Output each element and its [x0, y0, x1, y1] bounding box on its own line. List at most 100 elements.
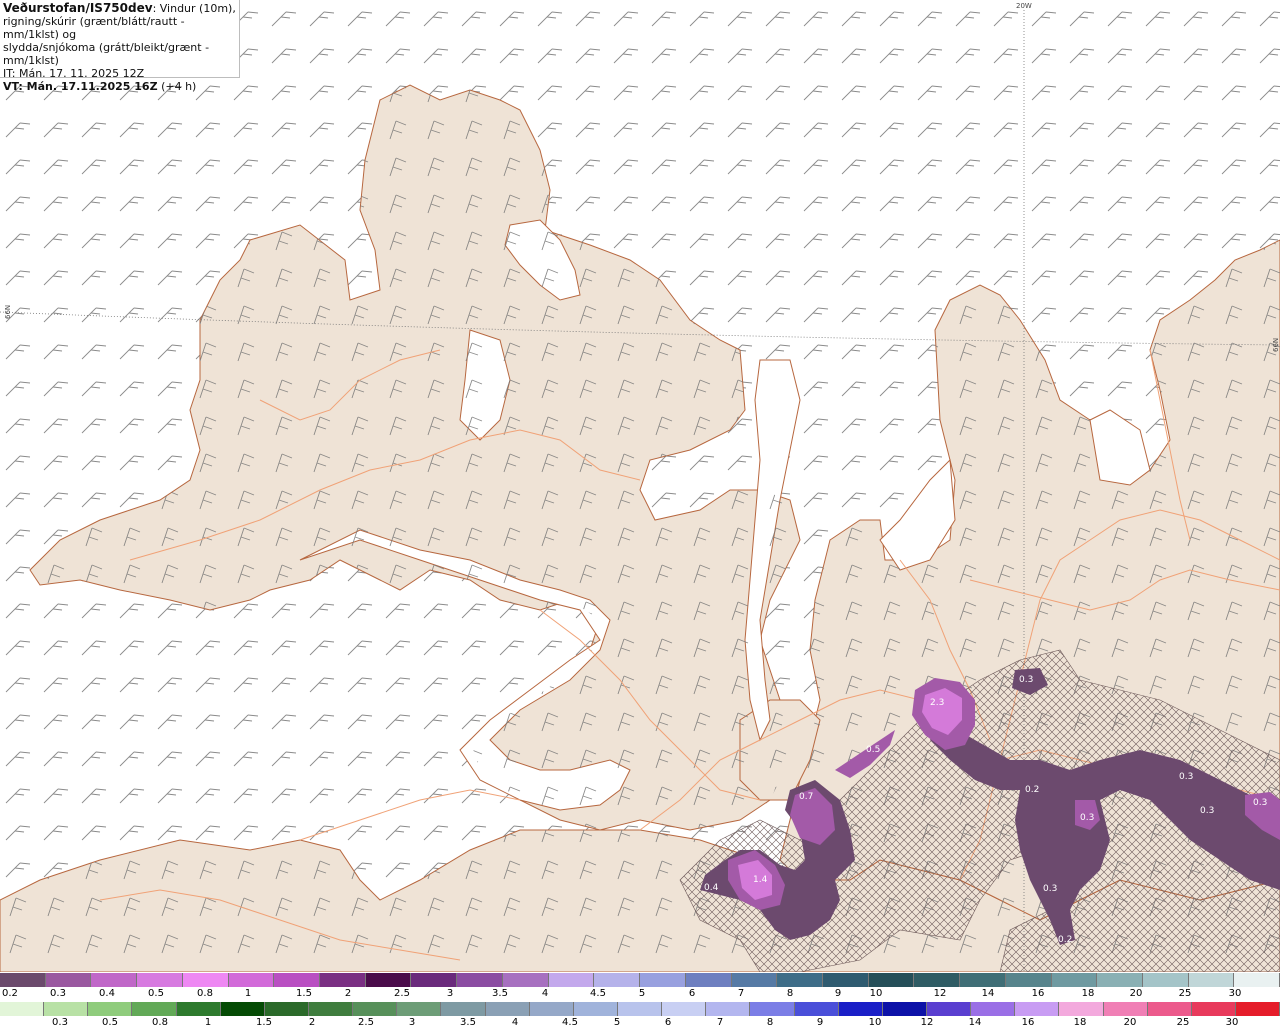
scale-color-cell	[0, 973, 46, 987]
precip-label: 2.3	[930, 698, 944, 708]
precip-label: 0.7	[799, 792, 813, 802]
scale-tick-label: 4	[511, 1017, 519, 1028]
scale-color-cell	[397, 1002, 442, 1016]
scale-color-cell	[822, 973, 869, 987]
scale-tick-label: 0.8	[197, 988, 213, 999]
scale-tick-label: 25	[1176, 1017, 1190, 1028]
scale-tick-label: 1	[244, 988, 252, 999]
parallel-label-left: 66N	[4, 305, 12, 319]
scale-tick-label: 3	[408, 1017, 416, 1028]
scale-color-cell	[1147, 1002, 1192, 1016]
precip-label: 0.4	[704, 883, 719, 893]
scale-color-cell	[1015, 1002, 1060, 1016]
precip-label: 0.2	[1025, 785, 1039, 795]
precip-label: 0.5	[866, 745, 880, 755]
scale-tick-label: 8	[766, 1017, 774, 1028]
scale-color-cell	[308, 1002, 354, 1016]
info-line-3: slydda/snjókoma (grátt/bleikt/grænt - mm…	[3, 41, 210, 67]
scale-color-cell	[971, 1002, 1016, 1016]
scale-tick-label: 2.5	[358, 1017, 374, 1028]
scale-color-cell	[529, 1002, 574, 1016]
scale-color-cell	[441, 1002, 486, 1016]
scale-color-cell	[617, 1002, 663, 1016]
scale-color-cell	[1191, 1002, 1236, 1016]
scale-color-cell	[1103, 1002, 1148, 1016]
scale-tick-label: 12	[920, 1017, 934, 1028]
precip-label: 0.3	[1200, 806, 1214, 816]
scale-tick-label: 30	[1228, 988, 1242, 999]
scale-color-cell	[137, 973, 183, 987]
precip-label: 1.4	[753, 875, 768, 885]
scale-tick-label: 20	[1123, 1017, 1137, 1028]
scale-tick-label: 1	[204, 1017, 212, 1028]
scale-tick-label: 0.3	[52, 1017, 68, 1028]
scale-color-cell	[182, 973, 229, 987]
scale-tick-label: 3	[446, 988, 454, 999]
scale-color-cell	[1235, 1002, 1280, 1016]
scale-tick-label: 2	[308, 1017, 316, 1028]
scale-color-cell	[662, 1002, 707, 1016]
issue-time: IT: Mán. 17. 11. 2025 12Z	[3, 67, 145, 80]
scale-color-cell	[411, 973, 458, 987]
scale-tick-label: 5	[638, 988, 646, 999]
snow-scale-ticks: 0.2 0.3 0.4 0.5 0.8 1 1.5 2 2.5 3 3.5 4 4.5 5 6 7 8 9 10 12…	[0, 988, 1280, 1001]
valid-time-offset: (+4 h)	[161, 80, 197, 93]
scale-tick-label: 30	[1225, 1017, 1239, 1028]
scale-tick-label: 18	[1081, 988, 1095, 999]
scale-color-cell	[868, 973, 915, 987]
scale-tick-label: 10	[868, 1017, 882, 1028]
scale-color-cell	[1234, 973, 1280, 987]
scale-tick-label: 7	[716, 1017, 724, 1028]
info-line-2: rigning/skúrir (grænt/blátt/rautt - mm/1…	[3, 15, 185, 41]
scale-color-cell	[320, 973, 366, 987]
precip-label: 0.2	[1058, 935, 1072, 945]
scale-color-cell	[365, 973, 412, 987]
scale-color-cell	[640, 973, 686, 987]
scale-tick-label: 2.5	[394, 988, 410, 999]
scale-color-cell	[353, 1002, 398, 1016]
scale-color-cell	[45, 973, 92, 987]
scale-color-cell	[220, 1002, 265, 1016]
scale-color-cell	[228, 973, 275, 987]
scale-tick-label: 16	[1021, 1017, 1035, 1028]
scale-tick-label: 6	[664, 1017, 672, 1028]
product-title: Veðurstofan/IS750dev	[3, 1, 153, 15]
scale-color-cell	[750, 1002, 795, 1016]
scale-tick-label: 0.5	[102, 1017, 118, 1028]
scale-tick-label: 0.5	[148, 988, 164, 999]
scale-color-cell	[1005, 973, 1052, 987]
scale-tick-label: 1.5	[296, 988, 312, 999]
scale-tick-label: 25	[1178, 988, 1192, 999]
scale-tick-label: 5	[613, 1017, 621, 1028]
scale-color-cell	[274, 973, 321, 987]
scale-tick-label: 16	[1031, 988, 1045, 999]
meridian-label: 20W	[1016, 2, 1032, 10]
scale-color-cell	[960, 973, 1006, 987]
scale-color-cell	[573, 1002, 618, 1016]
scale-tick-label: 0.8	[152, 1017, 168, 1028]
scale-color-cell	[264, 1002, 309, 1016]
scale-color-cell	[794, 1002, 839, 1016]
scale-color-cell	[176, 1002, 221, 1016]
precip-label: 0.3	[1019, 675, 1033, 685]
scale-tick-label: 10	[869, 988, 883, 999]
scale-color-cell	[594, 973, 641, 987]
scale-color-cell	[926, 1002, 972, 1016]
precip-label: 0.3	[1253, 798, 1267, 808]
scale-color-cell	[132, 1002, 177, 1016]
scale-color-cell	[1142, 973, 1189, 987]
precip-label: 0.3	[1179, 772, 1193, 782]
scale-tick-label: 3.5	[492, 988, 508, 999]
precip-label: 0.3	[1080, 813, 1094, 823]
scale-tick-label: 0.2	[2, 988, 18, 999]
scale-color-cell	[706, 1002, 751, 1016]
rain-scale-ticks: 0.3 0.5 0.8 1 1.5 2 2.5 3 3.5 4 4.5 5 6 7 8 9 10 12 14 16 18…	[0, 1017, 1280, 1030]
scale-color-cell	[777, 973, 823, 987]
scale-tick-label: 4.5	[590, 988, 606, 999]
scale-tick-label: 14	[981, 988, 995, 999]
scale-color-cell	[1059, 1002, 1104, 1016]
scale-color-cell	[1051, 973, 1098, 987]
scale-color-cell	[485, 1002, 530, 1016]
scale-color-cell	[914, 973, 961, 987]
info-line-1: Veðurstofan/IS750dev: Vindur (10m),	[3, 1, 236, 16]
